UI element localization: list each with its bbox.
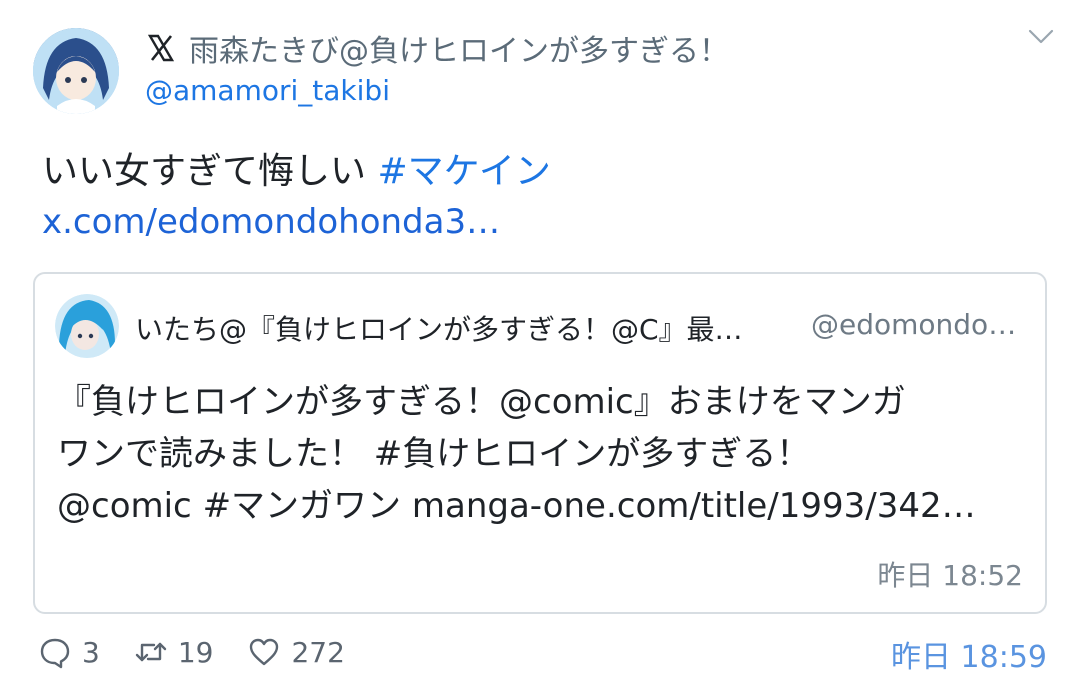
heart-icon	[250, 638, 279, 666]
quoted-author-handle[interactable]: @edomondo…	[811, 308, 1016, 341]
author-display-name[interactable]: 雨森たきび@負けヒロインが多すぎる！	[189, 26, 729, 70]
author-header: 雨森たきび@負けヒロインが多すぎる！	[145, 26, 729, 70]
quoted-text-line: ワンで読みました！ #負けヒロインが多すぎる！	[57, 434, 811, 474]
reply-count: 3	[82, 635, 100, 669]
tweet-card: 雨森たきび@負けヒロインが多すぎる！ @amamori_takibi いい女すぎ…	[0, 0, 1080, 694]
retweet-icon	[135, 642, 167, 662]
tweet-hashtag-link[interactable]: #マケイン	[377, 151, 550, 192]
retweet-button[interactable]: 19	[134, 635, 214, 669]
reply-button[interactable]: 3	[38, 635, 100, 669]
retweet-count: 19	[177, 635, 214, 669]
quoted-text-line: 『負けヒロインが多すぎる！@comic』おまけをマンガ	[57, 382, 906, 422]
like-count: 272	[291, 635, 345, 669]
author-avatar[interactable]	[33, 28, 119, 114]
reply-icon	[40, 638, 70, 669]
x-logo-icon	[147, 34, 175, 62]
action-bar: 3 19 272	[38, 630, 379, 674]
author-handle[interactable]: @amamori_takibi	[145, 74, 390, 107]
quoted-text-line: @comic #マンガワン manga-one.com/title/1993/3…	[57, 486, 976, 526]
tweet-timestamp[interactable]: 昨日 18:59	[891, 632, 1047, 676]
tweet-text: いい女すぎて悔しい #マケイン	[42, 142, 551, 194]
tweet-url-link[interactable]: x.com/edomondohonda3…	[42, 202, 500, 242]
quoted-tweet-body: 『負けヒロインが多すぎる！@comic』おまけをマンガ ワンで読みました！ #負…	[57, 376, 1032, 532]
quoted-tweet[interactable]: いたち@『負けヒロインが多すぎる！@C』最… @edomondo… 『負けヒロイ…	[33, 272, 1047, 614]
like-button[interactable]: 272	[247, 635, 345, 669]
tweet-body-text: いい女すぎて悔しい	[42, 151, 378, 192]
quoted-author-avatar[interactable]	[55, 294, 119, 358]
quoted-author-display-name[interactable]: いたち@『負けヒロインが多すぎる！@C』最…	[135, 308, 743, 348]
chevron-down-icon[interactable]	[1028, 28, 1054, 46]
quoted-timestamp: 昨日 18:52	[877, 559, 1023, 592]
